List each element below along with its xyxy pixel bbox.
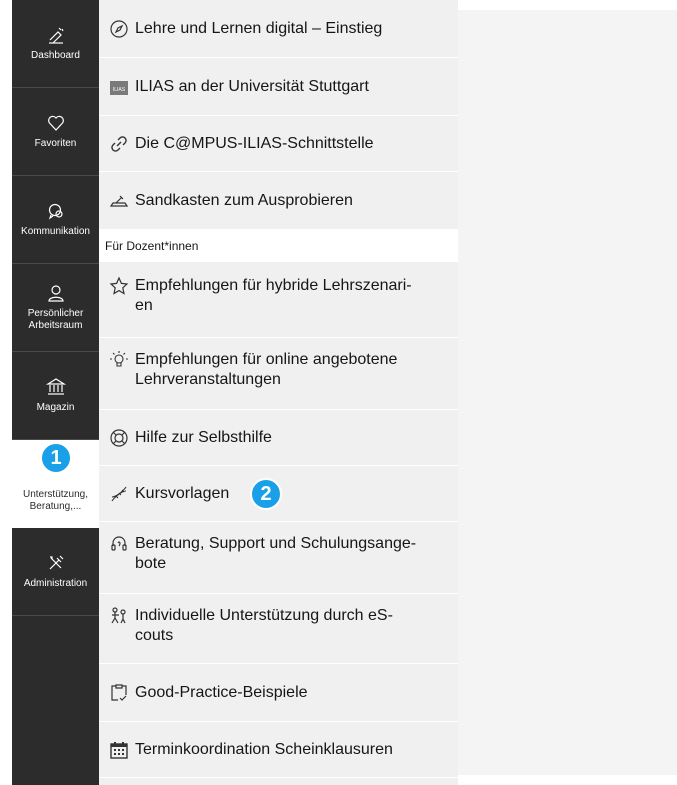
calendar-icon [110, 741, 128, 759]
label-line-1: Beratung, Support und Schulungsange- [135, 535, 417, 552]
mainbar-item-magazin[interactable]: Magazin [12, 352, 99, 440]
slate-entry-label: Die C@MPUS-ILIAS-Schnittstelle [135, 134, 374, 152]
ilias-logo-icon: ILIAS [110, 80, 128, 95]
slate-entry-label: Empfehlungen für online angebotene Lehrv… [135, 350, 397, 390]
section-header-dozentinnen: Für Dozent*innen [99, 230, 458, 262]
label-line-2: Lehrveranstaltungen [135, 371, 281, 388]
mainbar-item-favoriten[interactable]: Favoriten [12, 88, 99, 176]
mainbar-label: Favoriten [34, 138, 77, 149]
slate-entry-terminkoordination[interactable]: Terminkoordination Scheinklausuren [99, 722, 458, 778]
slate-entry-label: Good-Practice-Beispiele [135, 683, 308, 701]
compass-icon [110, 19, 128, 38]
checklist-icon [111, 683, 127, 701]
mainbar-item-administration[interactable]: Administration [12, 528, 99, 616]
slate-entry-individuelle-unterstuetzung[interactable]: Individuelle Unterstützung durch eS- cou… [99, 594, 458, 664]
slate-entry-label: ILIAS an der Universität Stuttgart [135, 77, 369, 95]
slate-entry-label: Kursvorlagen [135, 484, 230, 502]
mainbar-label: Magazin [36, 402, 75, 413]
slate-entry-good-practice[interactable]: Good-Practice-Beispiele [99, 664, 458, 722]
slate-entry-label: Empfehlungen für hybride Lehrszenari- en [135, 276, 412, 316]
mainbar-label: Persönlicher Arbeitsraum [27, 308, 84, 331]
people-icon [111, 607, 126, 624]
annotation-badge-2: 2 [250, 478, 282, 510]
star-icon [109, 276, 129, 295]
slate-entry-hilfe-zur-selbsthilfe[interactable]: Hilfe zur Selbsthilfe [99, 410, 458, 466]
label-line-2: bote [135, 555, 167, 572]
slate-entry-label: Terminkoordination Scheinklausuren [135, 740, 393, 758]
label-line-2: couts [135, 627, 174, 644]
slate-entry-label: Hilfe zur Selbsthilfe [135, 428, 272, 446]
link-icon [111, 135, 127, 152]
lightbulb-icon [110, 351, 128, 367]
mainbar-label: Administration [23, 578, 88, 589]
slate-entry-empfehlungen-online[interactable]: Empfehlungen für online angebotene Lehrv… [99, 338, 458, 410]
sandbox-icon [109, 195, 129, 207]
slate-entry-label: Lehre und Lernen digital – Einstieg [135, 19, 383, 37]
slate-menu: Lehre und Lernen digital – Einstieg ILIA… [99, 0, 458, 785]
svg-text:ILIAS: ILIAS [113, 87, 126, 93]
label-line-1: Empfehlungen für hybride Lehrszenari- [135, 277, 412, 294]
lifebuoy-icon [110, 428, 128, 447]
slate-entry-label: Individuelle Unterstützung durch eS- cou… [135, 606, 393, 646]
mainbar-label: Unterstützung, Beratung,... [22, 489, 89, 512]
slate-entry-beratung-support[interactable]: Beratung, Support und Schulungsange- bot… [99, 522, 458, 594]
label-line-1: Individuelle Unterstützung durch eS- [135, 607, 393, 624]
repository-icon [45, 378, 66, 395]
slate-entry-lehre-und-lernen[interactable]: Lehre und Lernen digital – Einstieg [99, 0, 458, 58]
label-line-1: Empfehlungen für online angebotene [135, 351, 398, 368]
headset-icon [111, 536, 127, 551]
annotation-badge-1: 1 [40, 442, 72, 474]
chat-icon [48, 203, 63, 220]
dashboard-icon [48, 27, 64, 44]
heart-icon [47, 115, 64, 131]
slate-entry-label: Beratung, Support und Schulungsange- bot… [135, 534, 416, 574]
mainbar-label: Kommunikation [21, 226, 90, 237]
mainbar-item-persoenlicher-arbeitsraum[interactable]: Persönlicher Arbeitsraum [12, 264, 99, 352]
mainbar: Dashboard Favoriten Kommunikation Persön… [12, 0, 99, 785]
content-area [458, 10, 677, 775]
slate-entry-empfehlungen-hybrid[interactable]: Empfehlungen für hybride Lehrszenari- en [99, 262, 458, 338]
dna-icon [111, 486, 127, 501]
slate-entry-campus-ilias[interactable]: Die C@MPUS-ILIAS-Schnittstelle [99, 116, 458, 172]
mainbar-item-dashboard[interactable]: Dashboard [12, 0, 99, 88]
tools-icon [49, 555, 63, 570]
mainbar-label: Dashboard [31, 50, 80, 61]
person-icon [47, 285, 64, 302]
slate-entry-label: Sandkasten zum Ausprobieren [135, 191, 353, 209]
label-line-2: en [135, 297, 153, 314]
slate-entry-ilias-uni-stuttgart[interactable]: ILIAS ILIAS an der Universität Stuttgart [99, 58, 458, 116]
slate-entry-sandkasten[interactable]: Sandkasten zum Ausprobieren [99, 172, 458, 230]
mainbar-item-kommunikation[interactable]: Kommunikation [12, 176, 99, 264]
